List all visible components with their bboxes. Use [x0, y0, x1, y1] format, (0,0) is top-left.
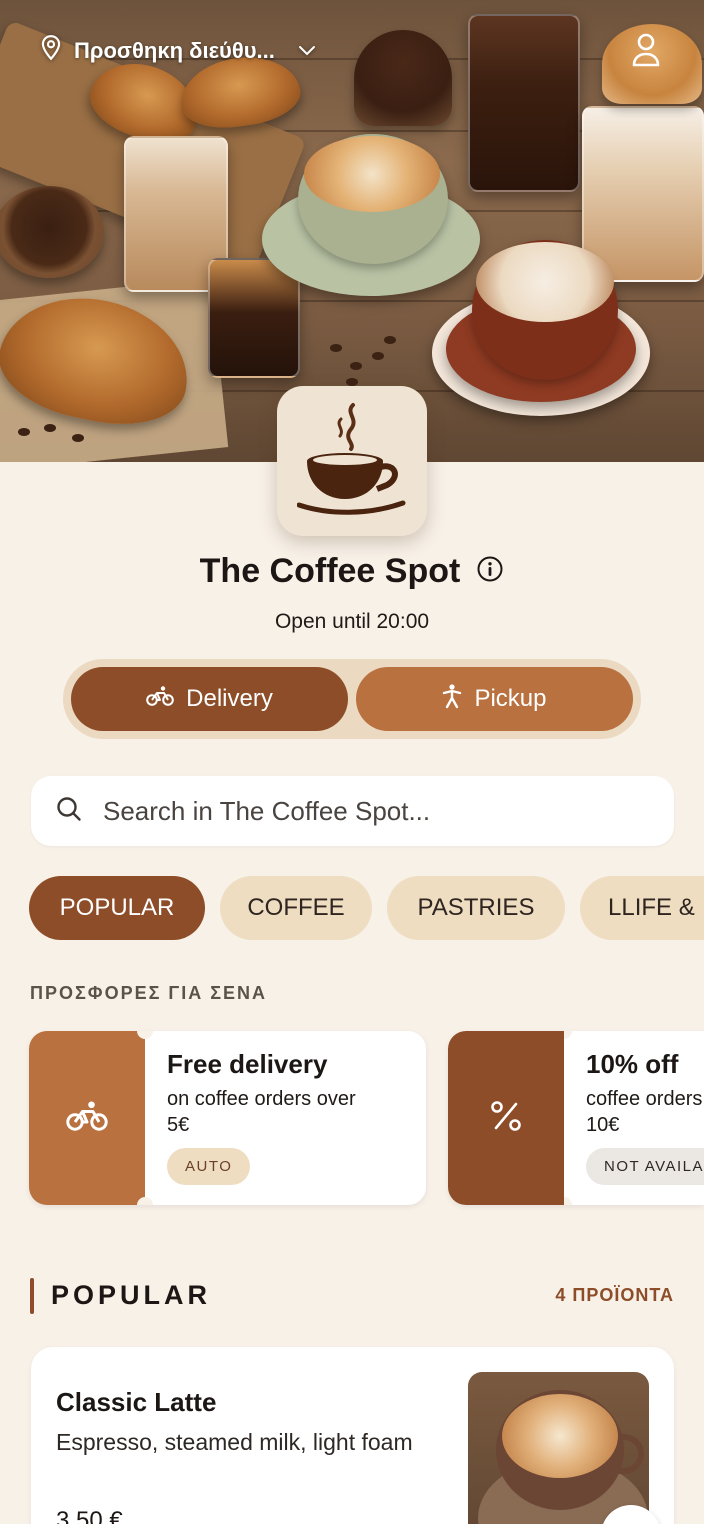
- category-tab-pastries[interactable]: PASTRIES: [387, 876, 565, 940]
- bicycle-icon: [146, 685, 174, 714]
- percent-icon: [488, 1098, 524, 1139]
- search-placeholder: Search in The Coffee Spot...: [103, 795, 431, 826]
- store-header: The Coffee Spot: [0, 552, 704, 591]
- popular-product-count: 4 ΠΡΟΪΟΝΤΑ: [555, 1285, 674, 1305]
- category-label: LLIFE &: [608, 894, 695, 921]
- store-name: The Coffee Spot: [199, 552, 461, 590]
- offer-title: 10% off: [586, 1049, 679, 1079]
- product-description: Espresso, steamed milk, light foam: [56, 1429, 413, 1455]
- map-pin-icon: [38, 34, 64, 68]
- search-input[interactable]: Search in The Coffee Spot...: [31, 776, 674, 846]
- offer-icon-panel: [448, 1031, 564, 1205]
- offer-icon-panel: [29, 1031, 145, 1205]
- coffee-cup-icon: [296, 397, 407, 526]
- category-label: POPULAR: [59, 894, 175, 921]
- offers-heading: ΠΡΟΣΦΟΡΕΣ ΓΙΑ ΣΕΝΑ: [30, 983, 268, 1003]
- info-icon[interactable]: [476, 555, 504, 588]
- product-name: Classic Latte: [56, 1387, 217, 1417]
- offer-description: on coffee orders over: [167, 1088, 356, 1110]
- location-text: Προσθηκη διεύθυ...: [74, 38, 275, 63]
- walking-person-icon: [442, 683, 462, 716]
- store-status: Open until 20:00: [274, 610, 430, 633]
- product-image: [468, 1372, 649, 1524]
- popular-section-title: POPULAR: [51, 1280, 212, 1310]
- store-logo: [277, 386, 427, 536]
- chevron-down-icon: [297, 38, 317, 64]
- pickup-button[interactable]: Pickup: [356, 667, 633, 731]
- offer-description: coffee orders: [586, 1088, 703, 1110]
- category-label: PASTRIES: [417, 894, 535, 921]
- account-button[interactable]: [624, 30, 668, 74]
- category-tab-popular[interactable]: POPULAR: [29, 876, 205, 940]
- product-price: 3,50 €: [56, 1507, 123, 1524]
- product-card[interactable]: Classic Latte Espresso, steamed milk, li…: [31, 1347, 674, 1524]
- pickup-label: Pickup: [474, 685, 547, 712]
- location-selector[interactable]: Προσθηκη διεύθυ...: [38, 34, 317, 68]
- category-tab-coffee[interactable]: COFFEE: [220, 876, 372, 940]
- section-accent-bar: [30, 1278, 34, 1314]
- bicycle-icon: [66, 1099, 108, 1138]
- delivery-button[interactable]: Delivery: [71, 667, 348, 731]
- delivery-mode-toggle: Delivery Pickup: [63, 659, 641, 739]
- offer-description-amount: 10€: [586, 1114, 620, 1136]
- offer-description-amount: 5€: [167, 1114, 190, 1136]
- search-icon: [55, 795, 83, 828]
- offer-title: Free delivery: [167, 1049, 328, 1079]
- offer-badge: AUTO: [167, 1148, 251, 1185]
- offer-badge: NOT AVAILABLE: [586, 1148, 704, 1185]
- user-icon: [631, 32, 661, 73]
- delivery-label: Delivery: [186, 685, 273, 712]
- offer-card[interactable]: 10% off coffee orders 10€ NOT AVAILABLE: [448, 1031, 704, 1205]
- category-tab-llife[interactable]: LLIFE &: [580, 876, 704, 940]
- category-label: COFFEE: [247, 894, 345, 921]
- offer-card[interactable]: Free delivery on coffee orders over 5€ A…: [29, 1031, 426, 1205]
